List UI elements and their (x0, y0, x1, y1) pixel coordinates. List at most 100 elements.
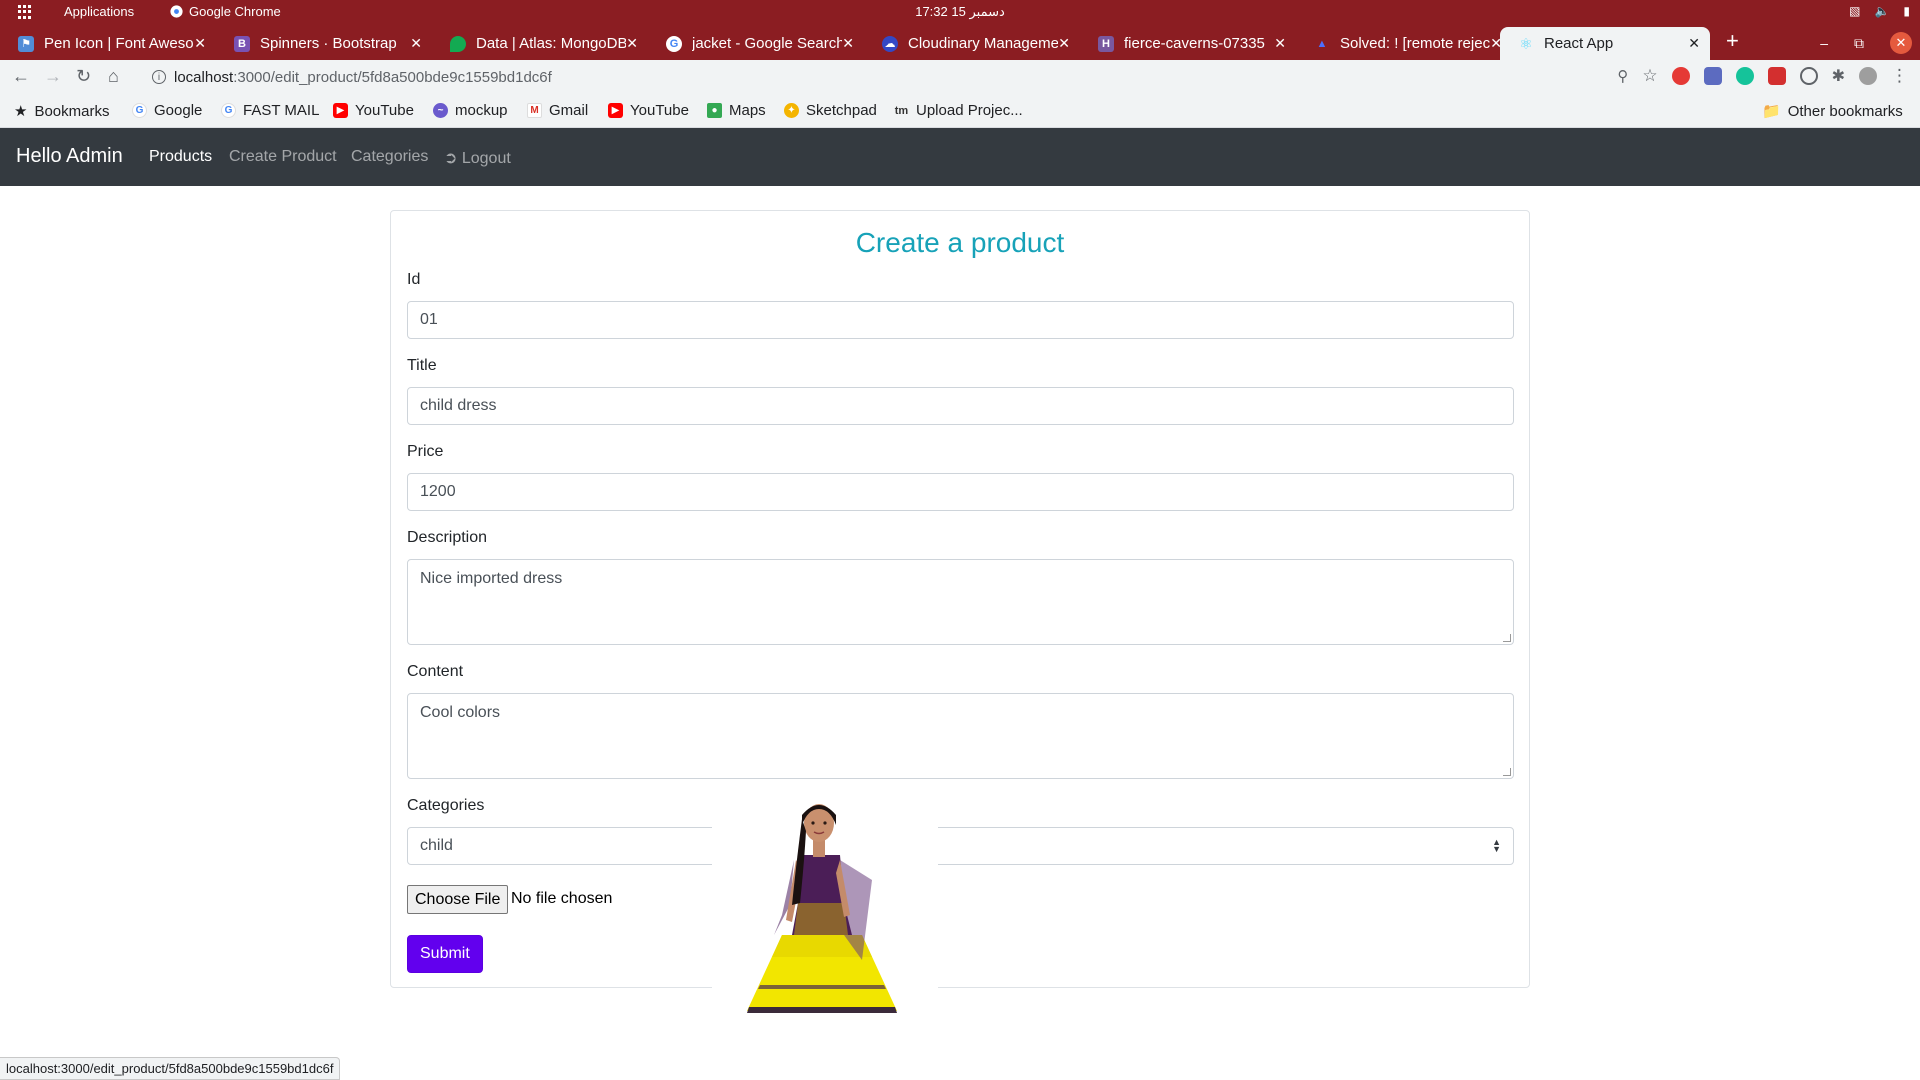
title-label: Title (407, 357, 437, 374)
youtube-icon: ▶ (608, 103, 623, 118)
folder-icon: 📁 (1762, 103, 1781, 120)
tab-title: Spinners · Bootstrap (260, 35, 397, 52)
google-icon: G (221, 103, 236, 118)
menu-kebab-icon[interactable]: ⋮ (1891, 66, 1908, 86)
bookmark-label: Sketchpad (806, 102, 877, 119)
categories-label: Categories (407, 797, 485, 814)
nav-logout[interactable]: ➲ Logout (444, 148, 511, 168)
close-icon[interactable]: ✕ (194, 35, 206, 52)
title-input[interactable]: child dress (407, 387, 1514, 425)
tab-title: Data | Atlas: MongoDB (476, 35, 626, 52)
flag-icon: ⚑ (18, 35, 34, 52)
price-value: 1200 (420, 483, 456, 500)
new-tab-button[interactable]: + (1726, 30, 1739, 52)
site-info-icon[interactable]: i (152, 70, 166, 84)
tab-google-search[interactable]: G jacket - Google Search ✕ (648, 27, 864, 60)
bookmark-label: Gmail (549, 102, 589, 119)
tab-font-awesome[interactable]: ⚑ Pen Icon | Font Awesome ✕ (0, 27, 216, 60)
price-input[interactable]: 1200 (407, 473, 1514, 511)
close-icon[interactable]: ✕ (842, 35, 854, 52)
tab-mongodb[interactable]: Data | Atlas: MongoDB ✕ (432, 27, 648, 60)
bookmark-maps[interactable]: ● Maps (707, 102, 766, 119)
bootstrap-icon: B (234, 35, 250, 52)
description-textarea[interactable]: Nice imported dress (407, 559, 1514, 645)
url-path: :3000/edit_product/5fd8a500bde9c1559bd1d… (233, 68, 552, 86)
window-close-icon[interactable]: ✕ (1890, 32, 1912, 54)
bookmark-label: Upload Projec... (916, 102, 1023, 119)
bookmark-star-icon[interactable]: ☆ (1642, 66, 1657, 86)
bookmark-fast-mail[interactable]: G FAST MAIL (221, 102, 319, 119)
tab-bootstrap[interactable]: B Spinners · Bootstrap ✕ (216, 27, 432, 60)
navbar-brand[interactable]: Hello Admin (16, 145, 123, 168)
tab-react-app[interactable]: ⚛ React App ✕ (1500, 27, 1710, 60)
other-bookmarks-label: Other bookmarks (1787, 102, 1903, 120)
close-icon[interactable]: ✕ (1688, 35, 1700, 52)
system-tray[interactable]: ▧ 🔈 ▮ (1849, 4, 1910, 18)
close-icon[interactable]: ✕ (410, 35, 422, 52)
os-top-panel: Applications Google Chrome دسمبر 15 17:3… (0, 0, 1920, 24)
tab-atlassian[interactable]: ▲ Solved: ! [remote rejected] ✕ (1296, 27, 1512, 60)
restore-icon[interactable]: ⧉ (1854, 35, 1864, 52)
tab-title: fierce-caverns-07335 (1124, 35, 1265, 52)
id-label: Id (407, 271, 421, 288)
back-arrow-icon[interactable]: ← (12, 66, 30, 87)
volume-icon[interactable]: 🔈 (1874, 4, 1889, 18)
profile-avatar[interactable] (1859, 67, 1877, 85)
address-bar[interactable]: i localhost:3000/edit_product/5fd8a500bd… (140, 62, 1640, 92)
nav-create-product[interactable]: Create Product (229, 148, 337, 166)
resize-handle-icon[interactable] (1503, 634, 1511, 642)
extension-gift-icon[interactable] (1767, 67, 1786, 85)
bookmarks-bar: ★ Bookmarks G Google G FAST MAIL ▶ YouTube ~… (0, 94, 1920, 128)
id-value: 01 (420, 311, 438, 328)
description-label: Description (407, 529, 488, 546)
bookmark-youtube-2[interactable]: ▶ YouTube (608, 102, 689, 119)
close-icon[interactable]: ✕ (1274, 35, 1286, 52)
bookmark-sketchpad[interactable]: ✦ Sketchpad (784, 102, 877, 119)
youtube-icon: ▶ (333, 103, 348, 118)
key-icon[interactable]: ⚲ (1617, 67, 1628, 85)
bookmark-upload-project[interactable]: tm Upload Projec... (894, 102, 1023, 119)
sketchpad-icon: ✦ (784, 103, 799, 118)
category-select[interactable]: child ▲ ▼ (407, 827, 1514, 865)
heroku-icon: H (1098, 35, 1114, 52)
url-host: localhost (174, 68, 234, 86)
tab-title: Cloudinary Management (908, 35, 1058, 52)
nav-products[interactable]: Products (149, 148, 212, 166)
grammarly-icon[interactable] (1735, 67, 1754, 85)
resize-handle-icon[interactable] (1503, 768, 1511, 776)
content-value: Cool colors (420, 704, 501, 721)
puzzle-icon[interactable]: ✱ (1832, 66, 1845, 86)
extension-circle-icon[interactable] (1799, 67, 1818, 85)
nav-categories[interactable]: Categories (351, 148, 428, 166)
clock[interactable]: دسمبر 15 17:32 (0, 4, 1920, 20)
bookmark-google[interactable]: G Google (132, 102, 202, 119)
extension-red-icon[interactable] (1671, 67, 1690, 85)
forward-arrow-icon[interactable]: → (44, 66, 62, 87)
bookmark-gmail[interactable]: M Gmail (527, 102, 588, 119)
description-value: Nice imported dress (420, 570, 563, 587)
minimize-icon[interactable]: – (1820, 35, 1828, 51)
close-icon[interactable]: ✕ (626, 35, 638, 52)
other-bookmarks[interactable]: 📁 Other bookmarks (1762, 102, 1903, 121)
google-icon: G (666, 35, 682, 52)
choose-file-button[interactable]: Choose File (407, 885, 509, 914)
submit-button[interactable]: Submit (407, 935, 483, 973)
bookmark-bookmarks[interactable]: ★ Bookmarks (14, 102, 109, 121)
bookmark-youtube[interactable]: ▶ YouTube (333, 102, 414, 119)
bookmark-mockup[interactable]: ~ mockup (433, 102, 508, 119)
star-icon: ★ (14, 103, 28, 120)
network-icon[interactable]: ▧ (1849, 4, 1860, 18)
tab-cloudinary[interactable]: ☁ Cloudinary Management ✕ (864, 27, 1080, 60)
content-textarea[interactable]: Cool colors (407, 693, 1514, 779)
content-label: Content (407, 663, 464, 680)
bookmark-label: mockup (455, 102, 508, 119)
nav-logout-label: Logout (461, 150, 511, 167)
reload-icon[interactable]: ↻ (76, 66, 91, 87)
tab-heroku[interactable]: H fierce-caverns-07335 ✕ (1080, 27, 1296, 60)
home-icon[interactable]: ⌂ (108, 66, 119, 87)
close-icon[interactable]: ✕ (1058, 35, 1070, 52)
translate-icon[interactable] (1703, 67, 1722, 85)
battery-icon[interactable]: ▮ (1903, 4, 1910, 18)
id-input[interactable]: 01 (407, 301, 1514, 339)
sign-out-icon: ➲ (444, 150, 458, 167)
